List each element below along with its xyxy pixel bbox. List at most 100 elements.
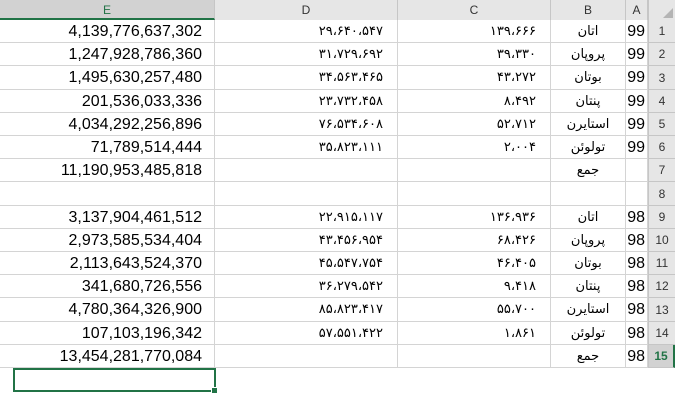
cell-e12[interactable]: 341,680,726,556 xyxy=(0,275,215,298)
cell-b6[interactable]: تولوئن xyxy=(551,136,626,159)
cell-e14[interactable]: 107,103,196,342 xyxy=(0,322,215,345)
cell-value: استایرن xyxy=(566,302,610,317)
cell-a2[interactable]: 99 xyxy=(626,43,648,66)
cell-e15[interactable]: 13,454,281,770,084 xyxy=(0,345,215,368)
cell-a6[interactable]: 99 xyxy=(626,136,648,159)
cell-b3[interactable]: بوتان xyxy=(551,66,626,90)
row-header-15[interactable]: 15 xyxy=(648,345,675,368)
column-header-a[interactable]: A xyxy=(626,0,648,20)
row-header-5[interactable]: 5 xyxy=(648,113,675,136)
cell-a9[interactable]: 98 xyxy=(626,206,648,229)
cell-a12[interactable]: 98 xyxy=(626,275,648,298)
row-header-4[interactable]: 4 xyxy=(648,90,675,113)
row-header-3[interactable]: 3 xyxy=(648,66,675,90)
cell-c6[interactable]: ۲،۰۰۴ xyxy=(398,136,551,159)
cell-b7[interactable]: جمع xyxy=(551,159,626,182)
cell-b14[interactable]: تولوئن xyxy=(551,322,626,345)
cell-e7[interactable]: 11,190,953,485,818 xyxy=(0,159,215,182)
cell-d14[interactable]: ۵۷،۵۵۱،۴۲۲ xyxy=(215,322,398,345)
row-header-6[interactable]: 6 xyxy=(648,136,675,159)
cell-c7[interactable] xyxy=(398,159,551,182)
cell-a13[interactable]: 98 xyxy=(626,298,648,322)
select-all-button[interactable] xyxy=(648,0,675,20)
cell-c4[interactable]: ۸،۴۹۲ xyxy=(398,90,551,113)
cell-b5[interactable]: استایرن xyxy=(551,113,626,136)
cell-d2[interactable]: ۳۱،۷۲۹،۶۹۲ xyxy=(215,43,398,66)
cell-c3[interactable]: ۴۳،۲۷۲ xyxy=(398,66,551,90)
cell-b12[interactable]: پنتان xyxy=(551,275,626,298)
cell-d3[interactable]: ۳۴،۵۶۳،۴۶۵ xyxy=(215,66,398,90)
cell-a5[interactable]: 99 xyxy=(626,113,648,136)
row-header-14[interactable]: 14 xyxy=(648,322,675,345)
cell-b9[interactable]: اتان xyxy=(551,206,626,229)
cell-d4[interactable]: ۲۳،۷۳۲،۴۵۸ xyxy=(215,90,398,113)
cell-d1[interactable]: ۲۹،۶۴۰،۵۴۷ xyxy=(215,20,398,43)
cell-c10[interactable]: ۶۸،۴۲۶ xyxy=(398,229,551,252)
cell-e11[interactable]: 2,113,643,524,370 xyxy=(0,252,215,275)
cell-a7[interactable] xyxy=(626,159,648,182)
cell-e4[interactable]: 201,536,033,336 xyxy=(0,90,215,113)
cell-c1[interactable]: ۱۳۹،۶۶۶ xyxy=(398,20,551,43)
cell-c14[interactable]: ۱،۸۶۱ xyxy=(398,322,551,345)
cell-a4[interactable]: 99 xyxy=(626,90,648,113)
cell-c15[interactable] xyxy=(398,345,551,368)
row-header-11[interactable]: 11 xyxy=(648,252,675,275)
cell-c11[interactable]: ۴۶،۴۰۵ xyxy=(398,252,551,275)
cell-b1[interactable]: اتان xyxy=(551,20,626,43)
cell-b11[interactable]: بوتان xyxy=(551,252,626,275)
cell-c12[interactable]: ۹،۴۱۸ xyxy=(398,275,551,298)
cell-e5[interactable]: 4,034,292,256,896 xyxy=(0,113,215,136)
column-header-d[interactable]: D xyxy=(215,0,398,20)
cell-a14[interactable]: 98 xyxy=(626,322,648,345)
column-header-e[interactable]: E xyxy=(0,0,215,20)
cell-e13[interactable]: 4,780,364,326,900 xyxy=(0,298,215,322)
cell-d11[interactable]: ۴۵،۵۴۷،۷۵۴ xyxy=(215,252,398,275)
cell-e10[interactable]: 2,973,585,534,404 xyxy=(0,229,215,252)
column-header-b[interactable]: B xyxy=(551,0,626,20)
row-header-10[interactable]: 10 xyxy=(648,229,675,252)
cell-d13[interactable]: ۸۵،۸۲۳،۴۱۷ xyxy=(215,298,398,322)
cell-d6[interactable]: ۳۵،۸۲۳،۱۱۱ xyxy=(215,136,398,159)
cell-d10[interactable]: ۴۳،۴۵۶،۹۵۴ xyxy=(215,229,398,252)
row-header-13[interactable]: 13 xyxy=(648,298,675,322)
cell-d8[interactable] xyxy=(215,182,398,206)
cell-e8[interactable] xyxy=(0,182,215,206)
cell-e2[interactable]: 1,247,928,786,360 xyxy=(0,43,215,66)
cell-a1[interactable]: 99 xyxy=(626,20,648,43)
cell-b4[interactable]: پنتان xyxy=(551,90,626,113)
cell-b8[interactable] xyxy=(551,182,626,206)
spreadsheet-grid[interactable]: E D C B A 4,139,776,637,302 ۲۹،۶۴۰،۵۴۷ ۱۳۹… xyxy=(0,0,675,409)
cell-e1[interactable]: 4,139,776,637,302 xyxy=(0,20,215,43)
cell-d12[interactable]: ۳۶،۲۷۹،۵۴۲ xyxy=(215,275,398,298)
cell-d9[interactable]: ۲۲،۹۱۵،۱۱۷ xyxy=(215,206,398,229)
cell-a8[interactable] xyxy=(626,182,648,206)
row-header-2[interactable]: 2 xyxy=(648,43,675,66)
cell-b13[interactable]: استایرن xyxy=(551,298,626,322)
cell-e3[interactable]: 1,495,630,257,480 xyxy=(0,66,215,90)
column-header-c[interactable]: C xyxy=(398,0,551,20)
cell-c8[interactable] xyxy=(398,182,551,206)
cell-d15[interactable] xyxy=(215,345,398,368)
cell-b10[interactable]: پروپان xyxy=(551,229,626,252)
cell-e6[interactable]: 71,789,514,444 xyxy=(0,136,215,159)
cell-a10[interactable]: 98 xyxy=(626,229,648,252)
row-header-9[interactable]: 9 xyxy=(648,206,675,229)
cell-c2[interactable]: ۳۹،۳۳۰ xyxy=(398,43,551,66)
cell-a15[interactable]: 98 xyxy=(626,345,648,368)
cell-value: ۲،۰۰۴ xyxy=(503,140,536,155)
cell-c5[interactable]: ۵۲،۷۱۲ xyxy=(398,113,551,136)
cell-b15[interactable]: جمع xyxy=(551,345,626,368)
cell-c9[interactable]: ۱۳۶،۹۳۶ xyxy=(398,206,551,229)
cell-d7[interactable] xyxy=(215,159,398,182)
cell-value: 98 xyxy=(627,325,645,342)
cell-e9[interactable]: 3,137,904,461,512 xyxy=(0,206,215,229)
row-header-7[interactable]: 7 xyxy=(648,159,675,182)
row-header-12[interactable]: 12 xyxy=(648,275,675,298)
row-header-1[interactable]: 1 xyxy=(648,20,675,43)
cell-d5[interactable]: ۷۶،۵۳۴،۶۰۸ xyxy=(215,113,398,136)
cell-a11[interactable]: 98 xyxy=(626,252,648,275)
cell-c13[interactable]: ۵۵،۷۰۰ xyxy=(398,298,551,322)
row-header-8[interactable]: 8 xyxy=(648,182,675,206)
cell-a3[interactable]: 99 xyxy=(626,66,648,90)
cell-b2[interactable]: پروپان xyxy=(551,43,626,66)
